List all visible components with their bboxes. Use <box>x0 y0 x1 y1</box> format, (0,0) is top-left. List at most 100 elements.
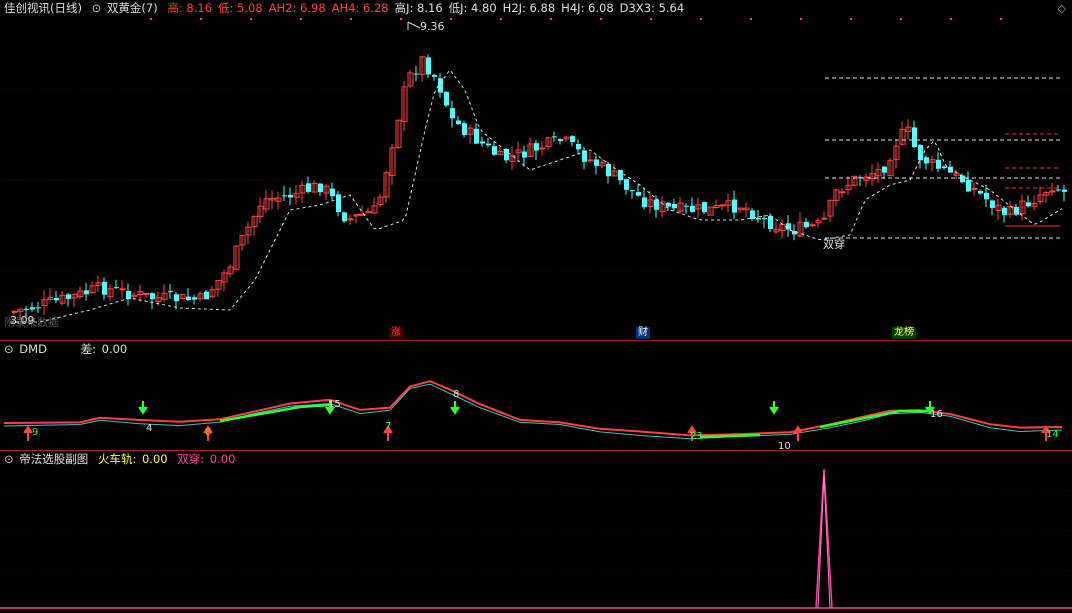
signal-dot <box>400 18 402 20</box>
candle-body <box>882 166 887 173</box>
candle-body <box>702 201 707 213</box>
sub-panel: ⊙ 帝法选股副图 火车轨: 0.00 双穿: 0.00 <box>0 451 1072 613</box>
signal-dot <box>750 18 752 20</box>
dmd-marker-label: 8 <box>205 427 211 438</box>
signal-dot <box>250 18 252 20</box>
candle-body <box>288 194 293 198</box>
candle-body <box>1056 189 1061 191</box>
candle-body <box>414 73 419 75</box>
candle-body <box>971 187 978 190</box>
dmd-marker-label: 7 <box>385 421 391 432</box>
candle-body <box>792 231 797 235</box>
sub-chart[interactable] <box>0 451 1072 613</box>
candle-body <box>84 290 89 295</box>
candle-body <box>666 202 671 207</box>
signal-dot <box>950 18 952 20</box>
signal-dot <box>550 18 552 20</box>
candle-body <box>318 183 323 193</box>
dmd-marker-label: 4 <box>146 423 152 434</box>
candle-body <box>786 223 791 230</box>
candle-body <box>690 205 695 212</box>
candle-body <box>522 151 527 158</box>
candle-body <box>594 159 599 166</box>
candle-body <box>492 146 497 155</box>
candle-body <box>642 197 647 208</box>
candle-body <box>24 308 29 310</box>
candle-body <box>114 287 119 289</box>
event-tag-cai[interactable]: 财 <box>636 327 650 339</box>
high-price-label: 9.36 <box>420 20 445 33</box>
candle-body <box>672 204 677 209</box>
signal-dot <box>150 18 152 20</box>
candle-body <box>192 297 197 300</box>
signal-dot <box>200 18 202 20</box>
candle-body <box>450 108 455 119</box>
candle-body <box>534 143 539 151</box>
candle-body <box>342 212 347 222</box>
candle-body <box>186 296 191 300</box>
candle-body <box>282 195 287 197</box>
candle-body <box>624 179 629 190</box>
candle-body <box>102 281 107 295</box>
candle-body <box>1062 189 1067 192</box>
candle-body <box>11 310 18 313</box>
candle-body <box>587 159 594 162</box>
candle-body <box>978 190 983 194</box>
candle-body <box>438 78 443 93</box>
signal-dot <box>900 18 902 20</box>
dmd-marker-label: 15 <box>328 399 341 410</box>
candle-body <box>719 204 726 207</box>
candle-body <box>684 205 689 207</box>
dmd-marker-label: 14 <box>1046 429 1059 440</box>
high-marker <box>407 21 421 29</box>
signal-dot <box>1000 18 1002 20</box>
candle-body <box>480 141 485 144</box>
signal-dot <box>350 18 352 20</box>
dmd-marker-label: 16 <box>930 409 943 420</box>
candle-body <box>444 91 449 106</box>
candlestick-chart[interactable] <box>0 0 1072 340</box>
overlay-text: 附录来数据 <box>4 316 59 329</box>
candle-body <box>330 188 335 197</box>
candle-body <box>1002 207 1007 216</box>
candle-body <box>821 217 828 220</box>
signal-dot <box>800 18 802 20</box>
candle-body <box>732 199 737 213</box>
event-tag-longbang[interactable]: 龙榜 <box>892 327 916 339</box>
down-arrow-icon <box>450 401 460 415</box>
candle-body <box>804 221 809 228</box>
dmd-marker-label: 9 <box>32 427 38 438</box>
up-arrow-icon <box>23 425 33 441</box>
down-arrow-icon <box>138 401 148 415</box>
candle-body <box>456 120 461 125</box>
signal-dot <box>300 18 302 20</box>
candle-body <box>768 216 773 229</box>
candle-body <box>30 307 35 310</box>
candle-body <box>1026 202 1031 207</box>
candle-body <box>306 183 311 192</box>
candle-body <box>474 128 479 144</box>
event-tag-zhang[interactable]: 涨 <box>389 327 403 339</box>
candle-body <box>558 139 563 142</box>
candle-body <box>426 57 431 75</box>
candle-body <box>654 199 659 210</box>
dmd-panel: ⊙ DMD 差: 0.00 9 4 8 15 7 8 23 10 16 14 <box>0 341 1072 450</box>
moving-average-line <box>10 69 1063 323</box>
candle-body <box>432 74 437 77</box>
candle-body <box>204 291 209 300</box>
dmd-chart[interactable]: 9 4 8 15 7 8 23 10 16 14 <box>0 341 1072 450</box>
candle-body <box>150 293 155 300</box>
down-arrow-icon <box>769 401 779 415</box>
dmd-marker-label: 23 <box>690 431 703 442</box>
candle-body <box>936 159 941 169</box>
candle-body <box>960 175 965 183</box>
main-chart-panel: 佳创视讯(日线) ⊙ 双黄金(7) 高: 8.16 低: 5.08 AH2: 6.9… <box>0 0 1072 340</box>
dmd-marker-label: 8 <box>453 389 459 400</box>
signal-dot <box>650 18 652 20</box>
candle-body <box>539 147 546 150</box>
candle-body <box>336 194 341 213</box>
candle-body <box>984 192 989 200</box>
cross-signal-spike <box>815 468 833 609</box>
candle-body <box>966 179 971 192</box>
signal-dot <box>600 18 602 20</box>
